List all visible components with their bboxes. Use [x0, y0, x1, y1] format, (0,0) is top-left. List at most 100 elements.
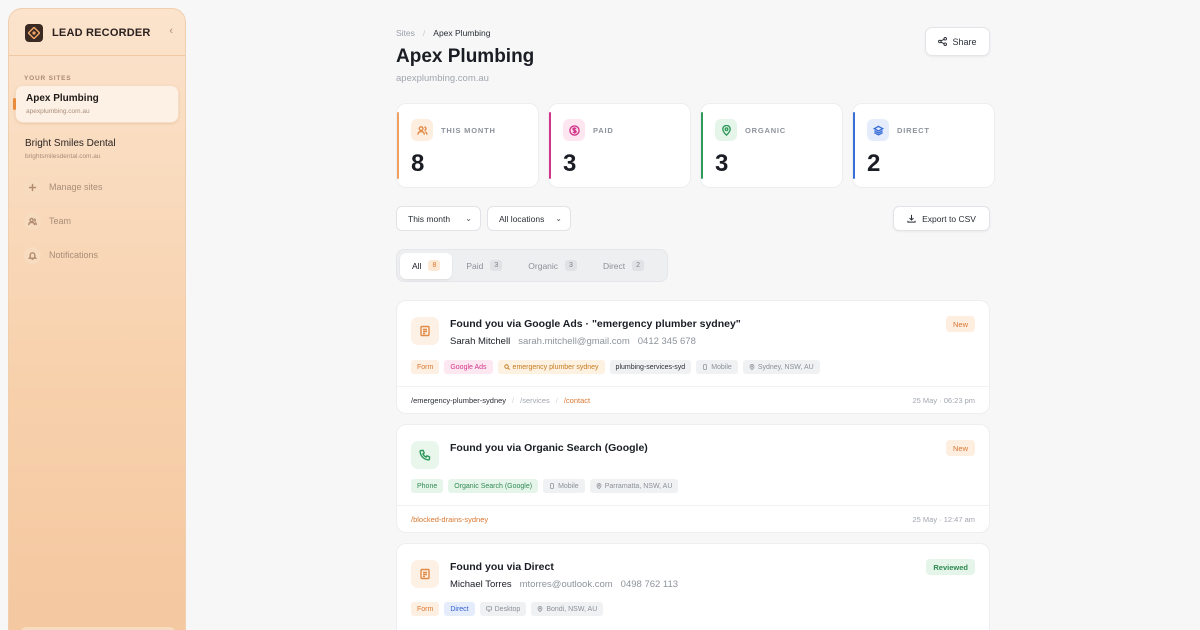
desktop-icon: [485, 606, 492, 612]
status-badge: New: [945, 316, 975, 332]
chevron-left-icon[interactable]: ‹: [169, 25, 173, 37]
share-icon: [938, 37, 948, 46]
stat-value: 3: [715, 150, 729, 177]
tab-all[interactable]: All 8: [400, 252, 453, 279]
tab-direct[interactable]: Direct 2: [591, 253, 656, 279]
lead-tags: Form Google Ads emergency plumber sydney…: [411, 360, 820, 374]
tab-paid[interactable]: Paid 3: [454, 253, 514, 279]
stat-this-month: THIS MONTH 8: [396, 103, 539, 188]
lead-name: Sarah Mitchell: [450, 336, 511, 347]
tab-label: Paid: [466, 260, 484, 271]
nav-team[interactable]: Team: [24, 212, 71, 230]
tab-count: 3: [490, 260, 503, 271]
tag-keyword-text: emergency plumber sydney: [512, 363, 599, 371]
tag-source: Google Ads: [444, 360, 493, 374]
divider: [9, 55, 185, 56]
journey-separator: /: [555, 396, 558, 405]
stat-label: THIS MONTH: [441, 126, 496, 135]
tag-phone: Phone: [411, 479, 444, 493]
brand: LEAD RECORDER ‹: [25, 23, 173, 43]
form-icon: [411, 560, 439, 588]
users-icon: [24, 212, 41, 230]
journey-path[interactable]: /contact: [564, 396, 590, 405]
location-pin-icon: [537, 606, 543, 612]
period-value: This month: [408, 213, 451, 224]
lead-headline: Found you via Google Ads · "emergency pl…: [450, 318, 741, 330]
tab-count: 2: [632, 260, 645, 271]
lead-card[interactable]: Found you via Direct Michael Torres mtor…: [396, 543, 990, 630]
location-pin-icon: [596, 483, 602, 489]
breadcrumb-current: Apex Plumbing: [433, 28, 491, 38]
tag-device: Desktop: [479, 602, 527, 616]
journey-path[interactable]: /emergency-plumber-sydney: [411, 396, 506, 405]
tag-device-text: Desktop: [494, 605, 521, 613]
tag-location: Sydney, NSW, AU: [742, 360, 820, 374]
nav-manage-sites[interactable]: Manage sites: [24, 178, 103, 196]
tag-source: Direct: [444, 602, 475, 616]
lead-journey: /blocked-drains-sydney 25 May · 12:47 am: [397, 505, 989, 533]
nav-label: Notifications: [49, 250, 99, 260]
site-url: apexplumbing.com.au: [26, 108, 90, 115]
tab-label: Organic: [528, 260, 559, 271]
layers-icon: [867, 119, 889, 141]
journey-path[interactable]: /services: [520, 396, 550, 405]
stat-direct: DIRECT 2: [852, 103, 995, 188]
stat-paid: PAID 3: [548, 103, 691, 188]
location-select[interactable]: All locations ⌄: [487, 206, 571, 231]
site-item-apex-plumbing[interactable]: Apex Plumbing apexplumbing.com.au: [13, 85, 179, 123]
lead-contact: Michael Torres mtorres@outlook.com 0498 …: [450, 579, 678, 590]
chevron-down-icon: ⌄: [465, 214, 472, 223]
mobile-icon: [550, 483, 554, 489]
breadcrumb: Sites / Apex Plumbing: [396, 28, 490, 38]
tag-form: Form: [411, 602, 440, 616]
form-icon: [411, 317, 439, 345]
lead-name: Michael Torres: [450, 579, 512, 590]
lead-tags: Form Direct Desktop Bondi, NSW, AU: [411, 602, 604, 616]
nav-label: Manage sites: [49, 182, 103, 192]
tag-device: Mobile: [696, 360, 738, 374]
tag-location-text: Parramatta, NSW, AU: [604, 482, 673, 490]
site-item-bright-smiles-dental[interactable]: Bright Smiles Dental brightsmilesdental.…: [15, 131, 179, 169]
lead-email[interactable]: mtorres@outlook.com: [520, 579, 613, 590]
location-value: All locations: [499, 213, 545, 224]
lead-card[interactable]: Found you via Google Ads · "emergency pl…: [396, 300, 990, 414]
lead-phone[interactable]: 0412 345 678: [638, 336, 696, 347]
share-button[interactable]: Share: [925, 27, 990, 56]
lead-timestamp: 25 May · 06:23 pm: [912, 396, 975, 405]
download-icon: [907, 214, 916, 223]
breadcrumb-root[interactable]: Sites: [396, 28, 415, 38]
lead-timestamp: 25 May · 12:47 am: [912, 515, 975, 524]
stat-label: ORGANIC: [745, 126, 787, 135]
stat-value: 8: [411, 150, 425, 177]
nav-label: Team: [49, 216, 72, 226]
lead-card[interactable]: Found you via Organic Search (Google) Ne…: [396, 424, 990, 533]
logo-icon: [25, 24, 43, 42]
tab-label: All: [412, 260, 422, 271]
lead-phone[interactable]: 0498 762 113: [621, 579, 678, 590]
plus-icon: [24, 178, 41, 196]
site-url: brightsmilesdental.com.au: [25, 153, 101, 160]
mobile-icon: [703, 364, 708, 370]
export-csv-button[interactable]: Export to CSV: [893, 206, 990, 231]
location-pin-icon: [749, 364, 755, 370]
tag-form: Form: [411, 360, 440, 374]
tab-label: Direct: [602, 260, 626, 271]
tag-campaign: plumbing-services-syd: [609, 360, 692, 374]
source-tabs: All 8 Paid 3 Organic 3 Direct 2: [396, 249, 668, 282]
period-select[interactable]: This month ⌄: [396, 206, 481, 231]
nav-notifications[interactable]: Notifications: [24, 246, 98, 264]
dollar-icon: [563, 119, 585, 141]
phone-icon: [411, 441, 439, 469]
section-label: YOUR SITES: [24, 75, 72, 82]
lead-email[interactable]: sarah.mitchell@gmail.com: [518, 336, 630, 347]
tab-organic[interactable]: Organic 3: [516, 253, 589, 279]
tab-count: 8: [428, 260, 441, 271]
journey-path[interactable]: /blocked-drains-sydney: [411, 515, 488, 524]
accent-bar: [701, 112, 703, 179]
bell-icon: [24, 246, 41, 264]
page-subtitle: apexplumbing.com.au: [396, 73, 489, 84]
accent-bar: [853, 112, 855, 179]
stat-value: 3: [563, 150, 577, 177]
stats-row: THIS MONTH 8 PAID 3 ORGANIC 3 DIRECT 2: [396, 103, 995, 188]
status-badge: New: [945, 440, 975, 456]
